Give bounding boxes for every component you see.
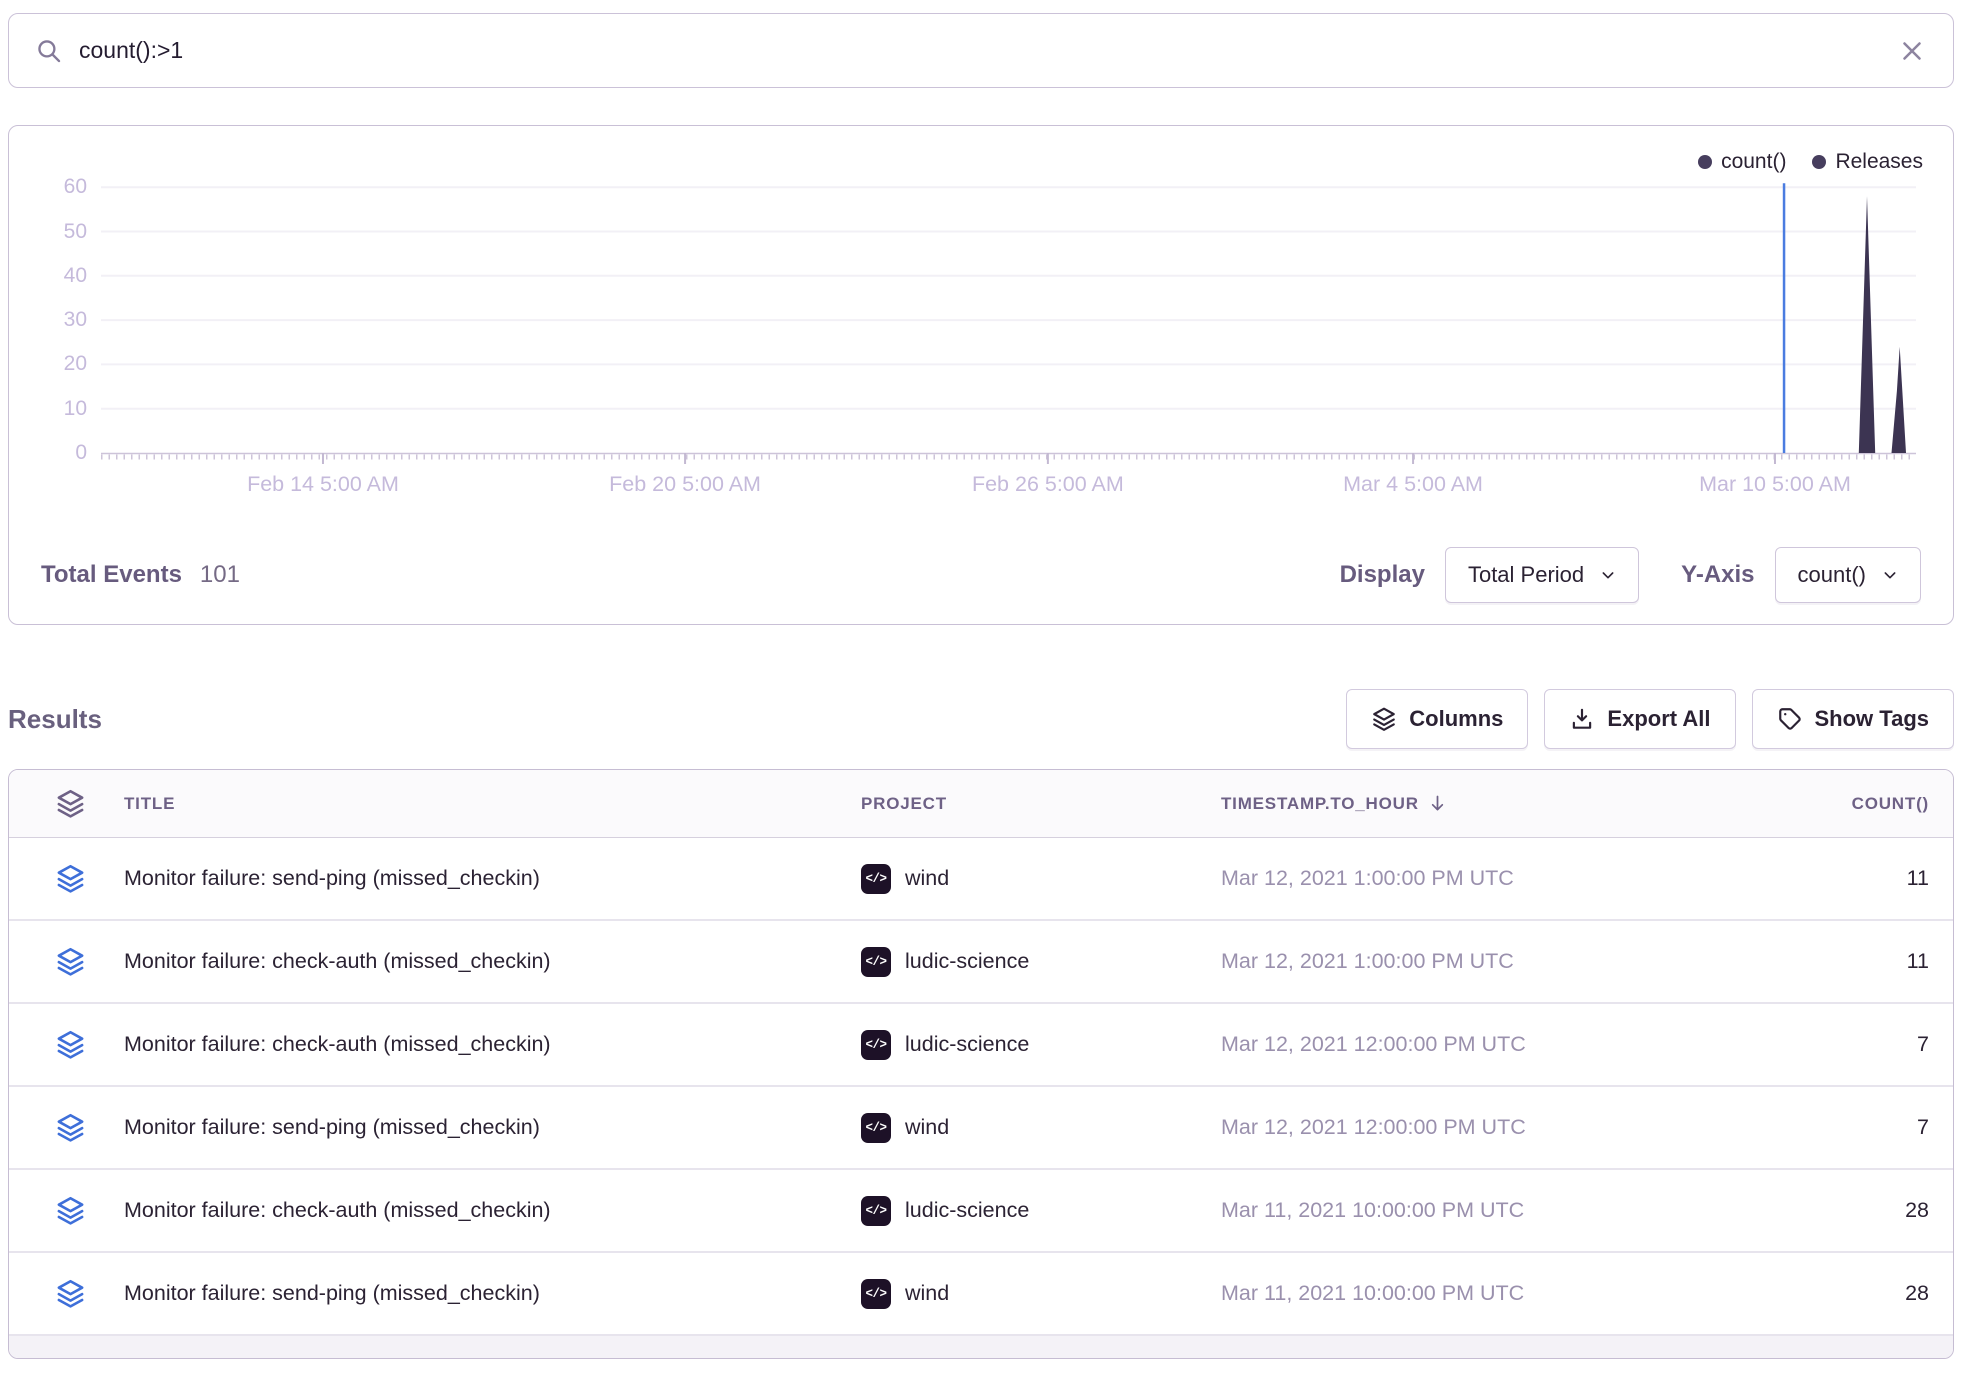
legend-label: Releases bbox=[1835, 150, 1923, 174]
event-timestamp: Mar 11, 2021 10:00:00 PM UTC bbox=[1221, 1281, 1524, 1305]
project-platform-icon: </> bbox=[861, 947, 891, 977]
chart-controls: Display Total Period Y-Axis count() bbox=[1340, 547, 1921, 603]
project-name: ludic-science bbox=[905, 1032, 1029, 1057]
y-axis-dropdown-value: count() bbox=[1798, 562, 1866, 588]
project-platform-icon: </> bbox=[861, 864, 891, 894]
legend-item-releases[interactable]: Releases bbox=[1812, 150, 1923, 174]
count-series-area bbox=[101, 196, 1906, 453]
export-all-button-label: Export All bbox=[1607, 706, 1710, 732]
search-icon bbox=[35, 37, 63, 65]
table-row: Monitor failure: send-ping (missed_check… bbox=[9, 838, 1953, 921]
total-events: Total Events 101 bbox=[41, 561, 240, 589]
total-events-value: 101 bbox=[200, 561, 240, 589]
column-header-title[interactable]: TITLE bbox=[124, 794, 175, 813]
table-row: Monitor failure: check-auth (missed_chec… bbox=[9, 921, 1953, 1004]
event-timestamp: Mar 12, 2021 12:00:00 PM UTC bbox=[1221, 1032, 1526, 1056]
legend-label: count() bbox=[1721, 150, 1786, 174]
columns-button-label: Columns bbox=[1409, 706, 1503, 732]
results-header: Results Columns Export All Show Tags bbox=[8, 689, 1954, 749]
project-platform-icon: </> bbox=[861, 1113, 891, 1143]
event-title: Monitor failure: check-auth (missed_chec… bbox=[124, 949, 551, 973]
event-count: 28 bbox=[1905, 1198, 1929, 1222]
event-timestamp: Mar 12, 2021 1:00:00 PM UTC bbox=[1221, 949, 1514, 973]
project-platform-icon: </> bbox=[861, 1030, 891, 1060]
legend-dot-icon bbox=[1812, 155, 1826, 169]
stack-events-icon[interactable] bbox=[55, 1195, 86, 1226]
event-count: 7 bbox=[1917, 1115, 1929, 1139]
chart-footer: Total Events 101 Display Total Period Y-… bbox=[9, 536, 1953, 624]
event-title: Monitor failure: send-ping (missed_check… bbox=[124, 866, 540, 890]
chevron-down-icon bbox=[1882, 567, 1898, 583]
event-count: 7 bbox=[1917, 1032, 1929, 1056]
table-row: Monitor failure: send-ping (missed_check… bbox=[9, 1087, 1953, 1170]
sort-descending-icon bbox=[1427, 793, 1448, 814]
project-name: wind bbox=[905, 1281, 949, 1306]
export-all-button[interactable]: Export All bbox=[1544, 689, 1735, 749]
project-platform-icon: </> bbox=[861, 1196, 891, 1226]
event-count: 11 bbox=[1907, 949, 1929, 973]
layers-icon bbox=[55, 788, 86, 819]
legend-item-count[interactable]: count() bbox=[1698, 150, 1786, 174]
stack-events-icon[interactable] bbox=[55, 946, 86, 977]
stack-events-icon[interactable] bbox=[55, 863, 86, 894]
project-name: ludic-science bbox=[905, 949, 1029, 974]
download-icon bbox=[1569, 706, 1595, 732]
display-dropdown-value: Total Period bbox=[1468, 562, 1584, 588]
display-dropdown[interactable]: Total Period bbox=[1445, 547, 1639, 603]
columns-button[interactable]: Columns bbox=[1346, 689, 1528, 749]
display-label: Display bbox=[1340, 561, 1425, 589]
column-header-timestamp[interactable]: TIMESTAMP.TO_HOUR bbox=[1221, 793, 1448, 814]
column-header-count[interactable]: COUNT() bbox=[1852, 794, 1929, 813]
show-tags-button[interactable]: Show Tags bbox=[1752, 689, 1955, 749]
table-header-row: TITLE PROJECT TIMESTAMP.TO_HOUR COUNT() bbox=[9, 770, 1953, 838]
results-buttons: Columns Export All Show Tags bbox=[1346, 689, 1954, 749]
event-timestamp: Mar 11, 2021 10:00:00 PM UTC bbox=[1221, 1198, 1524, 1222]
events-chart-panel: 0102030405060Feb 14 5:00 AMFeb 20 5:00 A… bbox=[8, 125, 1954, 625]
close-icon[interactable] bbox=[1897, 36, 1927, 66]
stack-events-icon[interactable] bbox=[55, 1029, 86, 1060]
project-platform-icon: </> bbox=[861, 1279, 891, 1309]
y-axis-label: Y-Axis bbox=[1681, 561, 1754, 589]
stack-events-icon[interactable] bbox=[55, 1278, 86, 1309]
column-header-project[interactable]: PROJECT bbox=[861, 794, 947, 814]
project-name: wind bbox=[905, 1115, 949, 1140]
event-title: Monitor failure: check-auth (missed_chec… bbox=[124, 1032, 551, 1056]
event-count: 28 bbox=[1905, 1281, 1929, 1305]
y-axis-dropdown[interactable]: count() bbox=[1775, 547, 1921, 603]
column-header-timestamp-label: TIMESTAMP.TO_HOUR bbox=[1221, 794, 1419, 814]
total-events-label: Total Events bbox=[41, 561, 182, 589]
chart-legend: count() Releases bbox=[1698, 150, 1923, 174]
tag-icon bbox=[1777, 706, 1803, 732]
table-row: Monitor failure: check-auth (missed_chec… bbox=[9, 1004, 1953, 1087]
legend-dot-icon bbox=[1698, 155, 1712, 169]
event-title: Monitor failure: check-auth (missed_chec… bbox=[124, 1198, 551, 1222]
chevron-down-icon bbox=[1600, 567, 1616, 583]
event-count: 11 bbox=[1907, 866, 1929, 890]
stack-events-icon[interactable] bbox=[55, 1112, 86, 1143]
results-title: Results bbox=[8, 704, 102, 735]
event-timestamp: Mar 12, 2021 12:00:00 PM UTC bbox=[1221, 1115, 1526, 1139]
event-title: Monitor failure: send-ping (missed_check… bbox=[124, 1281, 540, 1305]
search-input[interactable] bbox=[79, 37, 1897, 64]
project-name: wind bbox=[905, 866, 949, 891]
table-row: Monitor failure: check-auth (missed_chec… bbox=[9, 1170, 1953, 1253]
show-tags-button-label: Show Tags bbox=[1815, 706, 1930, 732]
results-table: TITLE PROJECT TIMESTAMP.TO_HOUR COUNT() … bbox=[8, 769, 1954, 1359]
table-row: Monitor failure: send-ping (missed_check… bbox=[9, 1253, 1953, 1336]
event-timestamp: Mar 12, 2021 1:00:00 PM UTC bbox=[1221, 866, 1514, 890]
event-title: Monitor failure: send-ping (missed_check… bbox=[124, 1115, 540, 1139]
search-bar bbox=[8, 13, 1954, 88]
project-name: ludic-science bbox=[905, 1198, 1029, 1223]
table-footer-strip bbox=[9, 1336, 1953, 1358]
layers-icon bbox=[1371, 706, 1397, 732]
